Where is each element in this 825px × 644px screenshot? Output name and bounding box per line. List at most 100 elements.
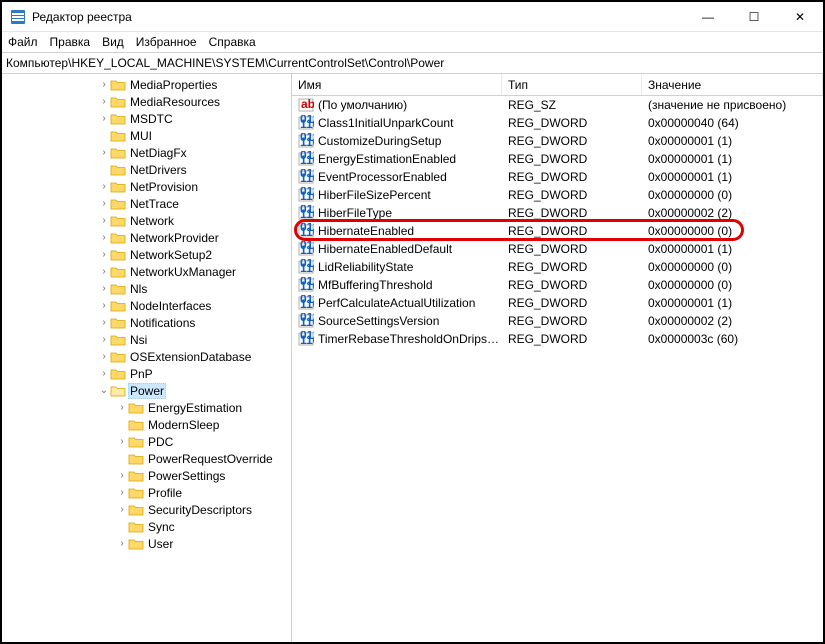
tree-node-label: SecurityDescriptors <box>146 503 254 517</box>
address-bar[interactable]: Компьютер\HKEY_LOCAL_MACHINE\SYSTEM\Curr… <box>2 52 823 74</box>
close-button[interactable]: ✕ <box>777 2 823 32</box>
tree-node[interactable]: NetDrivers <box>2 161 291 178</box>
list-row[interactable]: 011110HiberFileSizePercentREG_DWORD0x000… <box>292 186 823 204</box>
folder-icon <box>110 214 126 228</box>
tree-node[interactable]: PowerRequestOverride <box>2 450 291 467</box>
list-row[interactable]: 011110SourceSettingsVersionREG_DWORD0x00… <box>292 312 823 330</box>
tree-node[interactable]: ›Nsi <box>2 331 291 348</box>
folder-icon <box>128 418 144 432</box>
expand-icon[interactable]: › <box>116 539 128 549</box>
tree-node[interactable]: ›NetworkUxManager <box>2 263 291 280</box>
tree-node-label: PowerRequestOverride <box>146 452 275 466</box>
menu-view[interactable]: Вид <box>102 35 124 49</box>
tree-node[interactable]: › MSDTC <box>2 110 291 127</box>
list-row[interactable]: 011110LidReliabilityStateREG_DWORD0x0000… <box>292 258 823 276</box>
list-row[interactable]: 011110TimerRebaseThresholdOnDripsExitREG… <box>292 330 823 348</box>
col-value[interactable]: Значение <box>642 74 823 95</box>
folder-icon <box>128 469 144 483</box>
expand-icon[interactable]: › <box>98 335 110 345</box>
tree-node[interactable]: ›PDC <box>2 433 291 450</box>
value-data: 0x00000001 (1) <box>642 242 823 256</box>
menu-favorites[interactable]: Избранное <box>136 35 197 49</box>
expand-icon[interactable]: › <box>116 505 128 515</box>
tree-node[interactable]: ›MediaProperties <box>2 76 291 93</box>
collapse-icon[interactable]: ⌄ <box>98 386 110 396</box>
expand-icon[interactable]: › <box>98 267 110 277</box>
tree-node[interactable]: ›MediaResources <box>2 93 291 110</box>
col-type[interactable]: Тип <box>502 74 642 95</box>
expand-icon[interactable]: › <box>116 471 128 481</box>
tree-node-label: MSDTC <box>128 112 175 126</box>
list-row[interactable]: ab(По умолчанию)REG_SZ(значение не присв… <box>292 96 823 114</box>
list-row[interactable]: 011110HibernateEnabledREG_DWORD0x0000000… <box>292 222 823 240</box>
expand-icon[interactable]: › <box>98 148 110 158</box>
expand-icon[interactable]: › <box>98 284 110 294</box>
tree-node[interactable]: ModernSleep <box>2 416 291 433</box>
address-text: Компьютер\HKEY_LOCAL_MACHINE\SYSTEM\Curr… <box>6 56 444 70</box>
tree-node[interactable]: › Profile <box>2 484 291 501</box>
svg-text:110: 110 <box>300 135 314 149</box>
col-name[interactable]: Имя <box>292 74 502 95</box>
tree-node[interactable]: › Notifications <box>2 314 291 331</box>
tree-node[interactable]: ›User <box>2 535 291 552</box>
value-name: MfBufferingThreshold <box>318 278 502 292</box>
tree-node[interactable]: ›NetDiagFx <box>2 144 291 161</box>
expand-icon[interactable]: › <box>116 403 128 413</box>
expand-icon[interactable]: › <box>98 182 110 192</box>
tree-node[interactable]: MUI <box>2 127 291 144</box>
tree-node[interactable]: ›EnergyEstimation <box>2 399 291 416</box>
list-row[interactable]: 011110HiberFileTypeREG_DWORD0x00000002 (… <box>292 204 823 222</box>
expand-icon[interactable]: › <box>98 301 110 311</box>
expand-icon[interactable]: › <box>98 114 110 124</box>
expand-icon[interactable]: › <box>98 216 110 226</box>
folder-icon <box>128 401 144 415</box>
list-row[interactable]: 011110EnergyEstimationEnabledREG_DWORD0x… <box>292 150 823 168</box>
tree-node[interactable]: ›NetProvision <box>2 178 291 195</box>
expand-icon[interactable]: › <box>98 80 110 90</box>
list-row[interactable]: 011110Class1InitialUnparkCountREG_DWORD0… <box>292 114 823 132</box>
tree-node[interactable]: Sync <box>2 518 291 535</box>
tree-node[interactable]: › NetworkProvider <box>2 229 291 246</box>
tree-node-label: Notifications <box>128 316 197 330</box>
folder-icon <box>128 520 144 534</box>
menu-edit[interactable]: Правка <box>50 35 91 49</box>
tree-node[interactable]: › SecurityDescriptors <box>2 501 291 518</box>
list-row[interactable]: 011110CustomizeDuringSetupREG_DWORD0x000… <box>292 132 823 150</box>
expand-icon[interactable]: › <box>98 233 110 243</box>
list-row[interactable]: 011110PerfCalculateActualUtilizationREG_… <box>292 294 823 312</box>
expand-icon[interactable]: › <box>98 97 110 107</box>
expand-icon[interactable]: › <box>98 352 110 362</box>
expand-icon[interactable]: › <box>98 199 110 209</box>
expand-icon[interactable]: › <box>98 318 110 328</box>
list-pane[interactable]: Имя Тип Значение ab(По умолчанию)REG_SZ(… <box>292 74 823 642</box>
maximize-button[interactable]: ☐ <box>731 2 777 32</box>
tree-node[interactable]: ›NetworkSetup2 <box>2 246 291 263</box>
minimize-button[interactable]: — <box>685 2 731 32</box>
list-row[interactable]: 011110EventProcessorEnabledREG_DWORD0x00… <box>292 168 823 186</box>
tree-node[interactable]: ›NetTrace <box>2 195 291 212</box>
tree-node-label: NetworkProvider <box>128 231 221 245</box>
tree-node[interactable]: ⌄Power <box>2 382 291 399</box>
expand-icon[interactable]: › <box>98 250 110 260</box>
menu-help[interactable]: Справка <box>209 35 256 49</box>
tree-pane[interactable]: ›MediaProperties›MediaResources›MSDTCMUI… <box>2 74 292 642</box>
tree-node[interactable]: ›Nls <box>2 280 291 297</box>
expand-icon[interactable]: › <box>116 488 128 498</box>
tree-node[interactable]: ›OSExtensionDatabase <box>2 348 291 365</box>
menu-file[interactable]: Файл <box>8 35 38 49</box>
tree-node[interactable]: ›PnP <box>2 365 291 382</box>
folder-icon <box>128 452 144 466</box>
folder-icon <box>110 265 126 279</box>
expand-icon[interactable]: › <box>98 369 110 379</box>
folder-icon <box>110 180 126 194</box>
list-row[interactable]: 011110HibernateEnabledDefaultREG_DWORD0x… <box>292 240 823 258</box>
expand-icon[interactable]: › <box>116 437 128 447</box>
tree-node-label: Profile <box>146 486 184 500</box>
binary-value-icon: 011110 <box>298 169 314 185</box>
tree-node-label: ModernSleep <box>146 418 221 432</box>
tree-node[interactable]: ›PowerSettings <box>2 467 291 484</box>
list-row[interactable]: 011110MfBufferingThresholdREG_DWORD0x000… <box>292 276 823 294</box>
svg-text:110: 110 <box>300 225 314 239</box>
tree-node[interactable]: ›NodeInterfaces <box>2 297 291 314</box>
tree-node[interactable]: ›Network <box>2 212 291 229</box>
